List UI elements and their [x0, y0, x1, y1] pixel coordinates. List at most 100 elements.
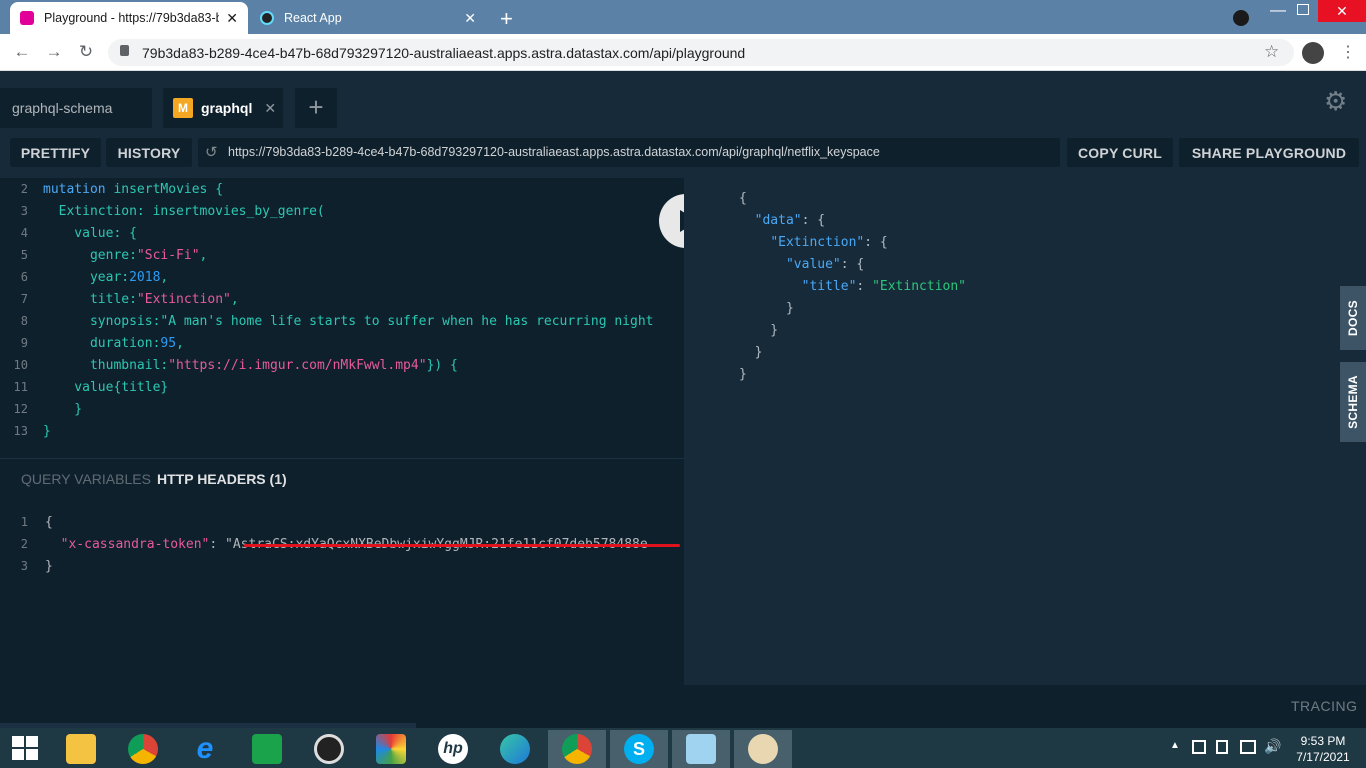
tracing-bar — [684, 685, 1366, 728]
code-text: } — [45, 558, 53, 574]
reload-icon[interactable]: ↻ — [76, 42, 96, 62]
line-number: 5 — [20, 248, 28, 262]
minimize-icon[interactable]: — — [1270, 2, 1286, 20]
query-variables-tab[interactable]: QUERY VARIABLES — [21, 471, 151, 487]
code-line[interactable]: 5 genre:"Sci-Fi", — [0, 244, 684, 266]
browser-tab-title: React App — [284, 11, 342, 25]
code-text: } — [43, 401, 83, 417]
code-line[interactable]: 7 title:"Extinction", — [0, 288, 684, 310]
bookmark-star-icon[interactable]: ☆ — [1264, 42, 1279, 62]
store-icon[interactable] — [238, 730, 296, 768]
windows-start-icon[interactable] — [12, 736, 38, 760]
edge-icon[interactable] — [486, 730, 544, 768]
result-line: } — [739, 345, 763, 360]
result-line: { — [739, 191, 747, 206]
code-text: mutation insertMovies { — [43, 181, 224, 197]
code-text: Extinction: insertmovies_by_genre( — [43, 203, 325, 219]
profile-avatar[interactable] — [1302, 42, 1324, 64]
query-editor[interactable]: 2 mutation insertMovies { 3 Extinction: in… — [0, 178, 684, 458]
photo-app-icon[interactable] — [362, 730, 420, 768]
code-line[interactable]: 2 mutation insertMovies { — [0, 178, 684, 200]
code-line[interactable]: 9 duration:95, — [0, 332, 684, 354]
restore-icon[interactable] — [1297, 4, 1309, 15]
lock-icon[interactable] — [120, 45, 129, 56]
header-code-line[interactable]: 1{ — [0, 511, 684, 533]
close-icon[interactable]: ✕ — [226, 10, 238, 27]
code-line[interactable]: 12 } — [0, 398, 684, 420]
line-number: 6 — [20, 270, 28, 284]
clock-date: 7/17/2021 — [1296, 750, 1350, 764]
chrome-active-icon[interactable] — [548, 730, 606, 768]
mutation-badge: M — [173, 98, 193, 118]
back-icon[interactable]: ← — [12, 42, 32, 62]
window-close-icon[interactable]: ✕ — [1318, 0, 1366, 22]
line-number: 11 — [13, 380, 28, 394]
show-hidden-icons[interactable]: ▲ — [1170, 740, 1180, 751]
internet-explorer-icon[interactable]: e — [176, 730, 234, 768]
browser-tab-react-app[interactable]: React App ✕ — [250, 2, 486, 34]
code-text: duration:95, — [43, 335, 184, 351]
chrome-icon[interactable] — [114, 730, 172, 768]
url-text[interactable]: 79b3da83-b289-4ce4-b47b-68d793297120-aus… — [142, 45, 745, 61]
code-line[interactable]: 4 value: { — [0, 222, 684, 244]
code-text: } — [43, 423, 51, 439]
docs-tab[interactable]: DOCS — [1340, 286, 1366, 350]
webcam-app-icon[interactable] — [300, 730, 358, 768]
system-clock[interactable]: 9:53 PM 7/17/2021 — [1290, 733, 1356, 765]
menu-dots-icon[interactable]: ⋮ — [1340, 42, 1356, 62]
close-icon[interactable]: ✕ — [464, 10, 476, 27]
code-line[interactable]: 6 year:2018, — [0, 266, 684, 288]
header-code-line[interactable]: 3} — [0, 555, 684, 577]
new-tab-icon[interactable]: + — [500, 6, 513, 32]
code-line[interactable]: 10 thumbnail:"https://i.imgur.com/nMkFww… — [0, 354, 684, 376]
reload-schema-icon[interactable]: ↺ — [205, 143, 218, 161]
tracing-tab[interactable]: TRACING — [1291, 698, 1358, 714]
schema-tab[interactable]: SCHEMA — [1340, 362, 1366, 442]
redaction-strike — [244, 544, 680, 547]
http-headers-tab[interactable]: HTTP HEADERS (1) — [157, 471, 287, 487]
add-tab-icon[interactable]: + — [295, 88, 337, 128]
line-number: 3 — [20, 559, 28, 573]
line-number: 9 — [20, 336, 28, 350]
clock-time: 9:53 PM — [1300, 734, 1346, 748]
battery-icon[interactable] — [1240, 740, 1256, 754]
tab-label: graphql-schema — [12, 100, 113, 116]
history-button[interactable]: HISTORY — [106, 138, 192, 167]
schema-label: SCHEMA — [1346, 375, 1360, 429]
close-icon[interactable]: ✕ — [264, 100, 276, 117]
line-number: 8 — [20, 314, 28, 328]
file-explorer-icon[interactable] — [52, 730, 110, 768]
code-text: thumbnail:"https://i.imgur.com/nMkFwwl.m… — [43, 357, 458, 373]
code-text: value{title} — [43, 379, 169, 395]
hp-icon[interactable]: hp — [424, 730, 482, 768]
react-favicon-icon — [260, 11, 274, 25]
line-number: 10 — [13, 358, 28, 372]
tab-graphql[interactable]: M graphql ✕ — [163, 88, 283, 128]
code-line[interactable]: 11 value{title} — [0, 376, 684, 398]
result-pane: { "data": { "Extinction": { "value": { "… — [684, 178, 1366, 685]
volume-icon[interactable]: 🔊 — [1264, 738, 1281, 755]
line-number: 2 — [20, 537, 28, 551]
paint-icon[interactable] — [734, 730, 792, 768]
notepad-icon[interactable] — [672, 730, 730, 768]
result-line: } — [739, 367, 747, 382]
code-text: synopsis:"A man's home life starts to su… — [43, 313, 654, 329]
skype-icon[interactable]: S — [610, 730, 668, 768]
device-icon[interactable] — [1216, 740, 1228, 754]
docs-label: DOCS — [1346, 300, 1360, 336]
code-line[interactable]: 3 Extinction: insertmovies_by_genre( — [0, 200, 684, 222]
network-icon[interactable] — [1192, 740, 1206, 754]
browser-tab-playground[interactable]: Playground - https://79b3da83-b ✕ — [10, 2, 248, 34]
code-line[interactable]: 8 synopsis:"A man's home life starts to … — [0, 310, 684, 332]
forward-icon[interactable]: → — [44, 42, 64, 62]
prettify-button[interactable]: PRETTIFY — [10, 138, 101, 167]
tab-search-icon[interactable] — [1233, 10, 1249, 26]
line-number: 13 — [13, 424, 28, 438]
settings-gear-icon[interactable]: ⚙ — [1324, 86, 1347, 117]
copy-curl-button[interactable]: COPY CURL — [1067, 138, 1173, 167]
line-number: 2 — [20, 182, 28, 196]
code-line[interactable]: 13} — [0, 420, 684, 442]
tab-graphql-schema[interactable]: graphql-schema — [0, 88, 152, 128]
code-text: title:"Extinction", — [43, 291, 239, 307]
share-playground-button[interactable]: SHARE PLAYGROUND — [1179, 138, 1359, 167]
